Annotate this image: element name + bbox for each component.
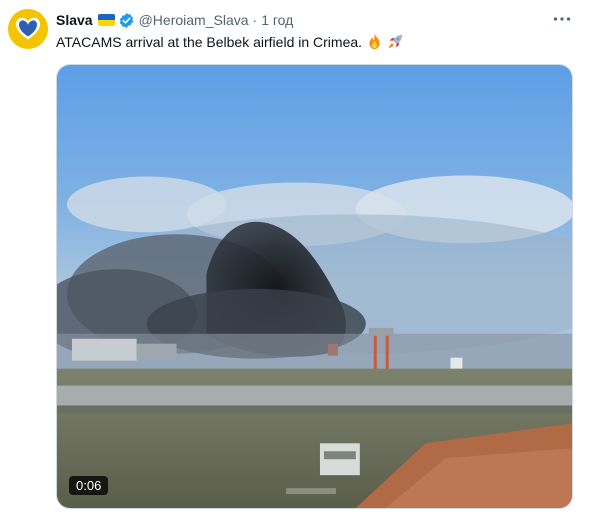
separator-dot: · <box>252 12 258 28</box>
verified-badge-icon <box>118 12 135 29</box>
video-player[interactable]: 0:06 <box>56 64 573 509</box>
tweet-body: ATACAMS arrival at the Belbek airfield i… <box>56 33 363 50</box>
tweet-header: Slava @Heroiam_Slava · 1 год <box>56 11 293 29</box>
post-time[interactable]: 1 год <box>261 12 293 28</box>
avatar[interactable] <box>8 9 48 49</box>
author-handle[interactable]: @Heroiam_Slava <box>139 12 249 28</box>
video-thumbnail <box>57 65 572 508</box>
author-name[interactable]: Slava <box>56 12 93 28</box>
heart-logo-icon <box>16 17 40 40</box>
video-duration: 0:06 <box>69 476 109 495</box>
more-horizontal-icon <box>553 17 571 21</box>
tweet-text: ATACAMS arrival at the Belbek airfield i… <box>56 33 404 50</box>
tweet[interactable]: Slava @Heroiam_Slava · 1 год ATACAMS arr… <box>0 0 591 520</box>
ukraine-flag-icon <box>97 14 115 26</box>
rocket-emoji <box>387 33 404 50</box>
fire-emoji <box>366 33 383 50</box>
more-options-button[interactable] <box>551 10 573 28</box>
